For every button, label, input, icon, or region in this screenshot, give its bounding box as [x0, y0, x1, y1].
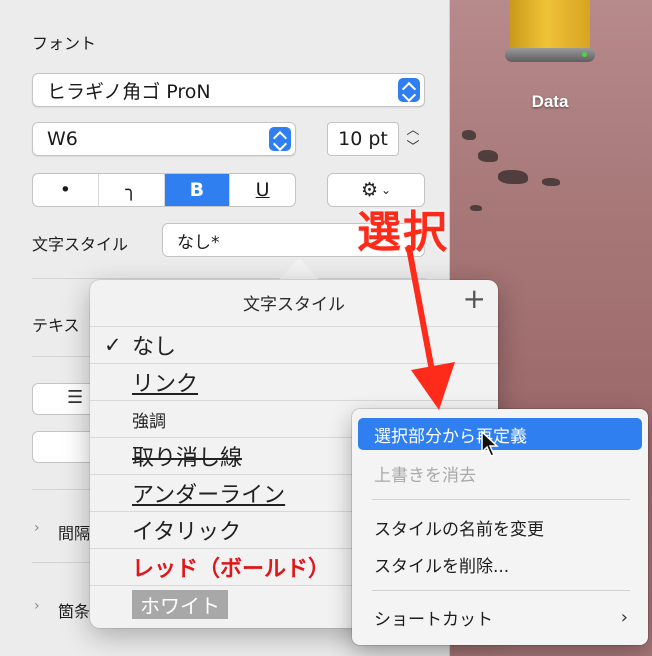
chevron-down-icon: ⌄ [380, 183, 392, 197]
drive-label[interactable]: Data [505, 92, 595, 112]
font-size-value: 10 pt [338, 128, 388, 150]
bullets-label[interactable]: 箇条 [58, 598, 90, 622]
submenu-arrow-icon: › [620, 606, 628, 628]
font-family-popup[interactable]: ヒラギノ角ゴ ProN [32, 73, 425, 107]
disclosure-chevron-icon[interactable]: › [34, 598, 40, 614]
stepper-down-icon[interactable]: ﹀ [403, 139, 423, 156]
align-left-icon: ☰ [67, 387, 84, 408]
style-item-label: アンダーライン [132, 483, 286, 508]
menu-item-delete-style[interactable]: スタイルを削除... [358, 548, 642, 580]
font-section-title: フォント [32, 34, 97, 53]
style-item-label: リンク [132, 372, 199, 397]
style-item-label: ホワイト [132, 589, 228, 619]
stepper-up-icon[interactable]: ︿ [403, 122, 423, 139]
font-size-stepper[interactable]: ︿ ﹀ [403, 122, 423, 156]
font-size-field[interactable]: 10 pt [327, 122, 399, 156]
bullet-button[interactable]: • [33, 174, 99, 206]
checkmark-icon: ✓ [104, 333, 122, 357]
style-item-label: 強調 [132, 411, 166, 432]
text-format-segmented-control: • ╮ B U [32, 173, 296, 207]
style-item-label: レッド（ボールド） [132, 557, 331, 582]
font-weight-popup[interactable]: W6 [32, 122, 296, 156]
divider [32, 278, 426, 279]
popover-arrow [277, 258, 321, 282]
char-style-label: 文字スタイル [32, 235, 129, 254]
style-item-label: なし [132, 335, 177, 360]
font-weight-value: W6 [47, 128, 78, 150]
spacing-label[interactable]: 間隔 [58, 520, 90, 544]
style-item-label: イタリック [132, 520, 242, 545]
bold-button[interactable]: B [164, 174, 231, 206]
mouse-cursor-icon [481, 430, 499, 457]
underline-button[interactable]: U [230, 174, 295, 206]
font-family-value: ヒラギノ角ゴ ProN [47, 80, 211, 103]
menu-item-rename-style[interactable]: スタイルの名前を変更 [358, 511, 642, 543]
menu-separator [372, 499, 630, 500]
italic-button[interactable]: ╮ [99, 174, 165, 206]
font-family-chevron-icon [398, 78, 420, 102]
annotation-arrow-icon [406, 245, 455, 410]
style-item-label: 取り消し線 [132, 446, 243, 471]
add-style-button[interactable]: + [463, 282, 486, 315]
menu-item-shortcut[interactable]: ショートカット › [358, 601, 642, 633]
drive-icon[interactable] [505, 0, 595, 72]
disclosure-chevron-icon[interactable]: › [34, 520, 40, 536]
menu-item-clear-override: 上書きを消去 [374, 465, 476, 486]
menu-separator [372, 590, 630, 591]
text-section-label: テキス [32, 316, 80, 335]
char-style-value: なし* [177, 232, 220, 253]
font-weight-chevron-icon [269, 127, 291, 151]
shortcut-label: ショートカット [374, 609, 493, 630]
